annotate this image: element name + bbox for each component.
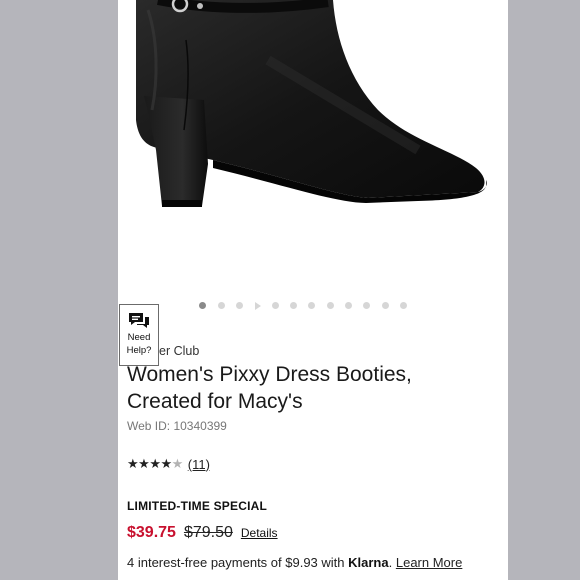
- need-help-button[interactable]: Need Help?: [119, 304, 159, 366]
- promo-label: LIMITED-TIME SPECIAL: [127, 499, 267, 513]
- review-count-link[interactable]: (11): [188, 457, 210, 472]
- klarna-brand: Klarna: [348, 555, 389, 570]
- product-image[interactable]: [118, 0, 508, 290]
- carousel-dot[interactable]: [327, 302, 334, 309]
- carousel-play-icon[interactable]: [255, 302, 261, 310]
- star-filled-icon: ★: [149, 456, 161, 471]
- web-id: Web ID: 10340399: [127, 419, 227, 433]
- star-filled-icon: ★: [160, 456, 172, 471]
- star-filled-icon: ★: [138, 456, 150, 471]
- original-price: $79.50: [183, 524, 233, 541]
- star-filled-icon: ★: [127, 456, 139, 471]
- star-empty-icon: ★: [171, 456, 184, 471]
- carousel-dot[interactable]: [345, 302, 352, 309]
- help-label-line2: Help?: [126, 345, 152, 356]
- carousel-dot[interactable]: [382, 302, 389, 309]
- star-rating: ★★★★★: [127, 456, 183, 472]
- carousel-indicator: [118, 302, 508, 312]
- klarna-text: 4 interest-free payments of $9.93 with: [127, 555, 345, 570]
- learn-more-link[interactable]: Learn More: [396, 555, 462, 570]
- price-row: $39.75 $79.50 Details: [127, 524, 278, 542]
- product-page: er Club Women's Pixxy Dress Booties, Cre…: [118, 0, 508, 580]
- carousel-dot[interactable]: [308, 302, 315, 309]
- rating-row[interactable]: ★★★★★ (11): [127, 456, 210, 472]
- carousel-dot[interactable]: [199, 302, 206, 309]
- carousel-dot[interactable]: [236, 302, 243, 309]
- carousel-dot[interactable]: [363, 302, 370, 309]
- klarna-row: 4 interest-free payments of $9.93 with K…: [127, 555, 463, 570]
- details-link[interactable]: Details: [241, 526, 278, 540]
- sale-price: $39.75: [127, 524, 176, 541]
- product-title: Women's Pixxy Dress Booties, Created for…: [127, 363, 412, 413]
- black-ankle-bootie-image: [136, 0, 487, 207]
- carousel-dot[interactable]: [272, 302, 279, 309]
- help-label-line1: Need: [127, 332, 151, 343]
- carousel-dot[interactable]: [218, 302, 225, 309]
- carousel-dot[interactable]: [400, 302, 407, 309]
- carousel-dot[interactable]: [290, 302, 297, 309]
- chat-bubbles-icon: [129, 313, 149, 328]
